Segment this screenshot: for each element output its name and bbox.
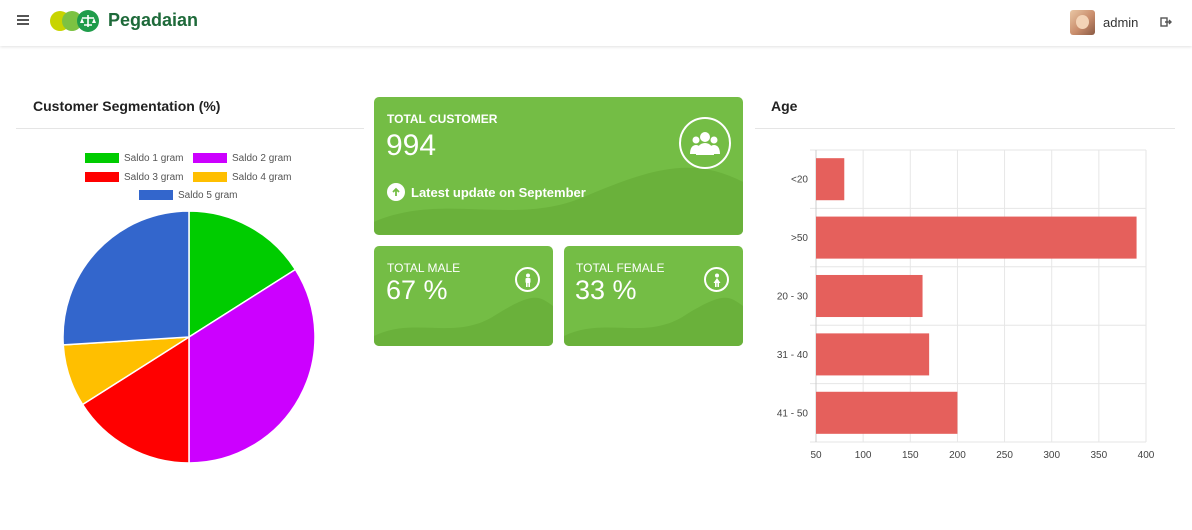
card-label: TOTAL FEMALE	[576, 261, 665, 275]
legend-swatch	[139, 190, 173, 200]
arrow-up-circle-icon	[387, 183, 405, 201]
bar[interactable]	[816, 216, 1137, 259]
x-tick-label: 250	[996, 450, 1013, 461]
legend-item[interactable]: Saldo 5 gram	[139, 189, 237, 201]
x-tick-label: 350	[1091, 450, 1108, 461]
card-value: 67 %	[386, 275, 448, 305]
segmentation-title: Customer Segmentation (%)	[33, 98, 221, 114]
legend-item[interactable]: Saldo 1 gram	[85, 152, 183, 164]
y-tick-label: <20	[791, 175, 808, 186]
legend-swatch	[85, 153, 119, 163]
x-tick-label: 50	[810, 450, 822, 461]
avatar[interactable]	[1070, 10, 1095, 35]
age-divider	[755, 128, 1175, 129]
y-tick-label: 20 - 30	[777, 292, 809, 303]
total-male-card: TOTAL MALE 67 %	[374, 246, 553, 346]
segmentation-divider	[16, 128, 364, 129]
legend-item[interactable]: Saldo 3 gram	[85, 171, 183, 183]
x-tick-label: 200	[949, 450, 966, 461]
pie-slice[interactable]	[62, 210, 190, 346]
x-tick-label: 150	[902, 450, 919, 461]
brand-name[interactable]: Pegadaian	[108, 10, 198, 31]
menu-icon[interactable]	[17, 15, 29, 27]
x-tick-label: 400	[1138, 450, 1155, 461]
y-tick-label: 31 - 40	[777, 350, 809, 361]
y-tick-label: >50	[791, 233, 808, 244]
top-navbar: Pegadaian admin	[0, 0, 1192, 46]
latest-update: Latest update on September	[387, 183, 586, 201]
legend-swatch	[85, 172, 119, 182]
x-tick-label: 300	[1043, 450, 1060, 461]
legend-label: Saldo 5 gram	[178, 189, 238, 201]
legend-label: Saldo 4 gram	[232, 171, 292, 183]
bar[interactable]	[816, 391, 958, 434]
y-tick-label: 41 - 50	[777, 408, 809, 419]
card-label: TOTAL CUSTOMER	[387, 112, 498, 126]
legend-label: Saldo 2 gram	[232, 152, 292, 164]
legend-label: Saldo 3 gram	[124, 171, 184, 183]
latest-update-text: Latest update on September	[411, 184, 586, 200]
users-icon	[679, 117, 731, 169]
female-icon	[704, 267, 729, 292]
legend-item[interactable]: Saldo 2 gram	[193, 152, 291, 164]
card-label: TOTAL MALE	[387, 261, 461, 275]
pegadaian-logo	[50, 10, 99, 32]
legend-item[interactable]: Saldo 4 gram	[193, 171, 291, 183]
segmentation-pie-chart	[62, 210, 316, 464]
bar[interactable]	[816, 158, 845, 201]
username[interactable]: admin	[1103, 15, 1138, 30]
legend-swatch	[193, 172, 227, 182]
total-customer-card: TOTAL CUSTOMER 994 Latest update on Sept…	[374, 97, 743, 235]
male-icon	[515, 267, 540, 292]
age-title: Age	[771, 98, 798, 114]
legend-swatch	[193, 153, 227, 163]
card-value: 994	[386, 129, 437, 162]
legend-label: Saldo 1 gram	[124, 152, 184, 164]
total-female-card: TOTAL FEMALE 33 %	[564, 246, 743, 346]
bar[interactable]	[816, 333, 930, 376]
x-tick-label: 100	[855, 450, 872, 461]
age-bar-chart: 50 100 150 200 250 300 350 400 <20 >50 20 - 30 31 -…	[777, 149, 1155, 461]
card-value: 33 %	[575, 275, 637, 305]
logout-icon[interactable]	[1160, 16, 1172, 28]
bar[interactable]	[816, 274, 923, 318]
